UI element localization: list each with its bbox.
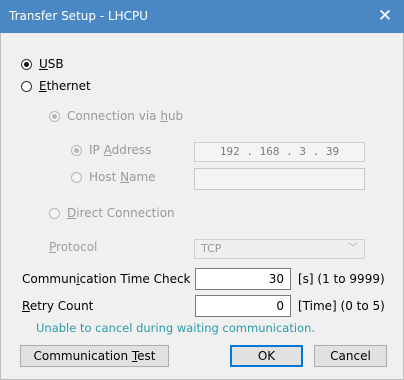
comm-time-unit: [s] (1 to 9999) xyxy=(298,272,385,286)
ethernet-radio-dot[interactable] xyxy=(21,80,32,92)
communication-test-button[interactable]: Communication Test xyxy=(20,345,169,367)
host-name-radio-dot[interactable] xyxy=(71,171,82,183)
via-hub-label: Connection via hub xyxy=(67,109,184,123)
via-hub-radio-dot[interactable] xyxy=(49,110,60,122)
title-bar: Transfer Setup - LHCPU ✕ xyxy=(0,0,404,33)
protocol-label: Protocol xyxy=(49,240,98,254)
protocol-value: TCP xyxy=(201,242,222,255)
cancel-note: Unable to cancel during waiting communic… xyxy=(36,321,316,335)
ip-address-radio-dot[interactable] xyxy=(71,144,82,156)
direct-connection-radio-dot[interactable] xyxy=(49,207,60,219)
ok-button[interactable]: OK xyxy=(230,345,303,367)
comm-time-input[interactable]: 30 xyxy=(195,268,291,290)
retry-count-label: Retry Count xyxy=(22,299,94,313)
chevron-down-icon: ﹀ xyxy=(348,243,358,254)
window-title: Transfer Setup - LHCPU xyxy=(9,9,149,23)
close-icon[interactable]: ✕ xyxy=(374,4,396,28)
host-name-label: Host Name xyxy=(89,170,156,184)
direct-connection-radio[interactable]: Direct Connection xyxy=(49,206,175,220)
retry-count-input[interactable]: 0 xyxy=(195,295,291,317)
host-name-field[interactable] xyxy=(194,168,365,190)
usb-radio[interactable]: USB xyxy=(21,57,64,71)
comm-time-label: Communication Time Check xyxy=(22,272,191,286)
protocol-select[interactable]: TCP ﹀ xyxy=(194,239,365,259)
dialog-body: USB Ethernet Connection via hub IP Addre… xyxy=(0,33,404,380)
direct-connection-label: Direct Connection xyxy=(67,206,175,220)
connection-via-hub-radio[interactable]: Connection via hub xyxy=(49,109,183,123)
cancel-button[interactable]: Cancel xyxy=(314,345,387,367)
ethernet-label: Ethernet xyxy=(39,79,91,93)
ip-address-radio[interactable]: IP Address xyxy=(71,143,151,157)
host-name-radio[interactable]: Host Name xyxy=(71,170,156,184)
ethernet-radio[interactable]: Ethernet xyxy=(21,79,91,93)
usb-label: USB xyxy=(39,57,64,71)
ip-address-field[interactable]: 192 . 168 . 3 . 39 xyxy=(194,142,365,162)
usb-radio-dot[interactable] xyxy=(21,58,32,70)
ip-address-label: IP Address xyxy=(89,143,152,157)
retry-count-unit: [Time] (0 to 5) xyxy=(298,299,385,313)
